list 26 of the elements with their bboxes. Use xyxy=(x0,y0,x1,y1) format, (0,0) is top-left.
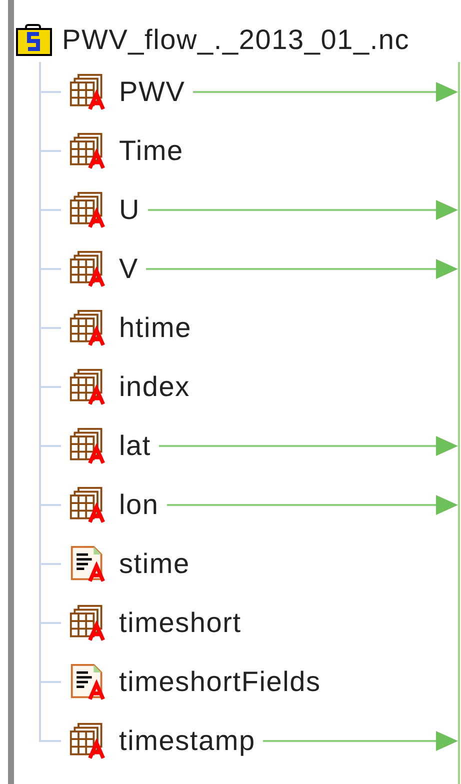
grid-icon xyxy=(69,486,107,524)
tree-item[interactable]: Time xyxy=(119,134,184,166)
tree-item[interactable]: U xyxy=(119,194,140,226)
tree-item[interactable]: lon xyxy=(119,488,159,520)
grid-icon xyxy=(69,250,107,288)
tree-item[interactable]: PWV xyxy=(119,76,186,108)
tree-item[interactable]: lat xyxy=(119,430,151,462)
document-icon xyxy=(69,544,107,582)
tree-item[interactable]: timestamp xyxy=(119,724,256,756)
tree-item[interactable]: index xyxy=(119,370,190,402)
document-icon xyxy=(69,662,107,700)
grid-icon xyxy=(69,604,107,642)
grid-icon xyxy=(69,308,107,346)
grid-icon xyxy=(69,426,107,464)
grid-icon xyxy=(69,190,107,228)
tree-item[interactable]: stime xyxy=(119,548,190,580)
grid-icon xyxy=(69,132,107,170)
tree-item[interactable]: timeshort xyxy=(119,606,242,638)
file-name[interactable]: PWV_flow_._2013_01_.nc xyxy=(62,24,410,56)
grid-icon xyxy=(69,368,107,406)
tree-item[interactable]: htime xyxy=(119,312,192,344)
tree-item[interactable]: timeshortFields xyxy=(119,666,321,698)
grid-icon xyxy=(69,722,107,760)
file-icon xyxy=(16,24,52,56)
tree-item[interactable]: V xyxy=(119,252,138,284)
grid-icon xyxy=(69,72,107,110)
